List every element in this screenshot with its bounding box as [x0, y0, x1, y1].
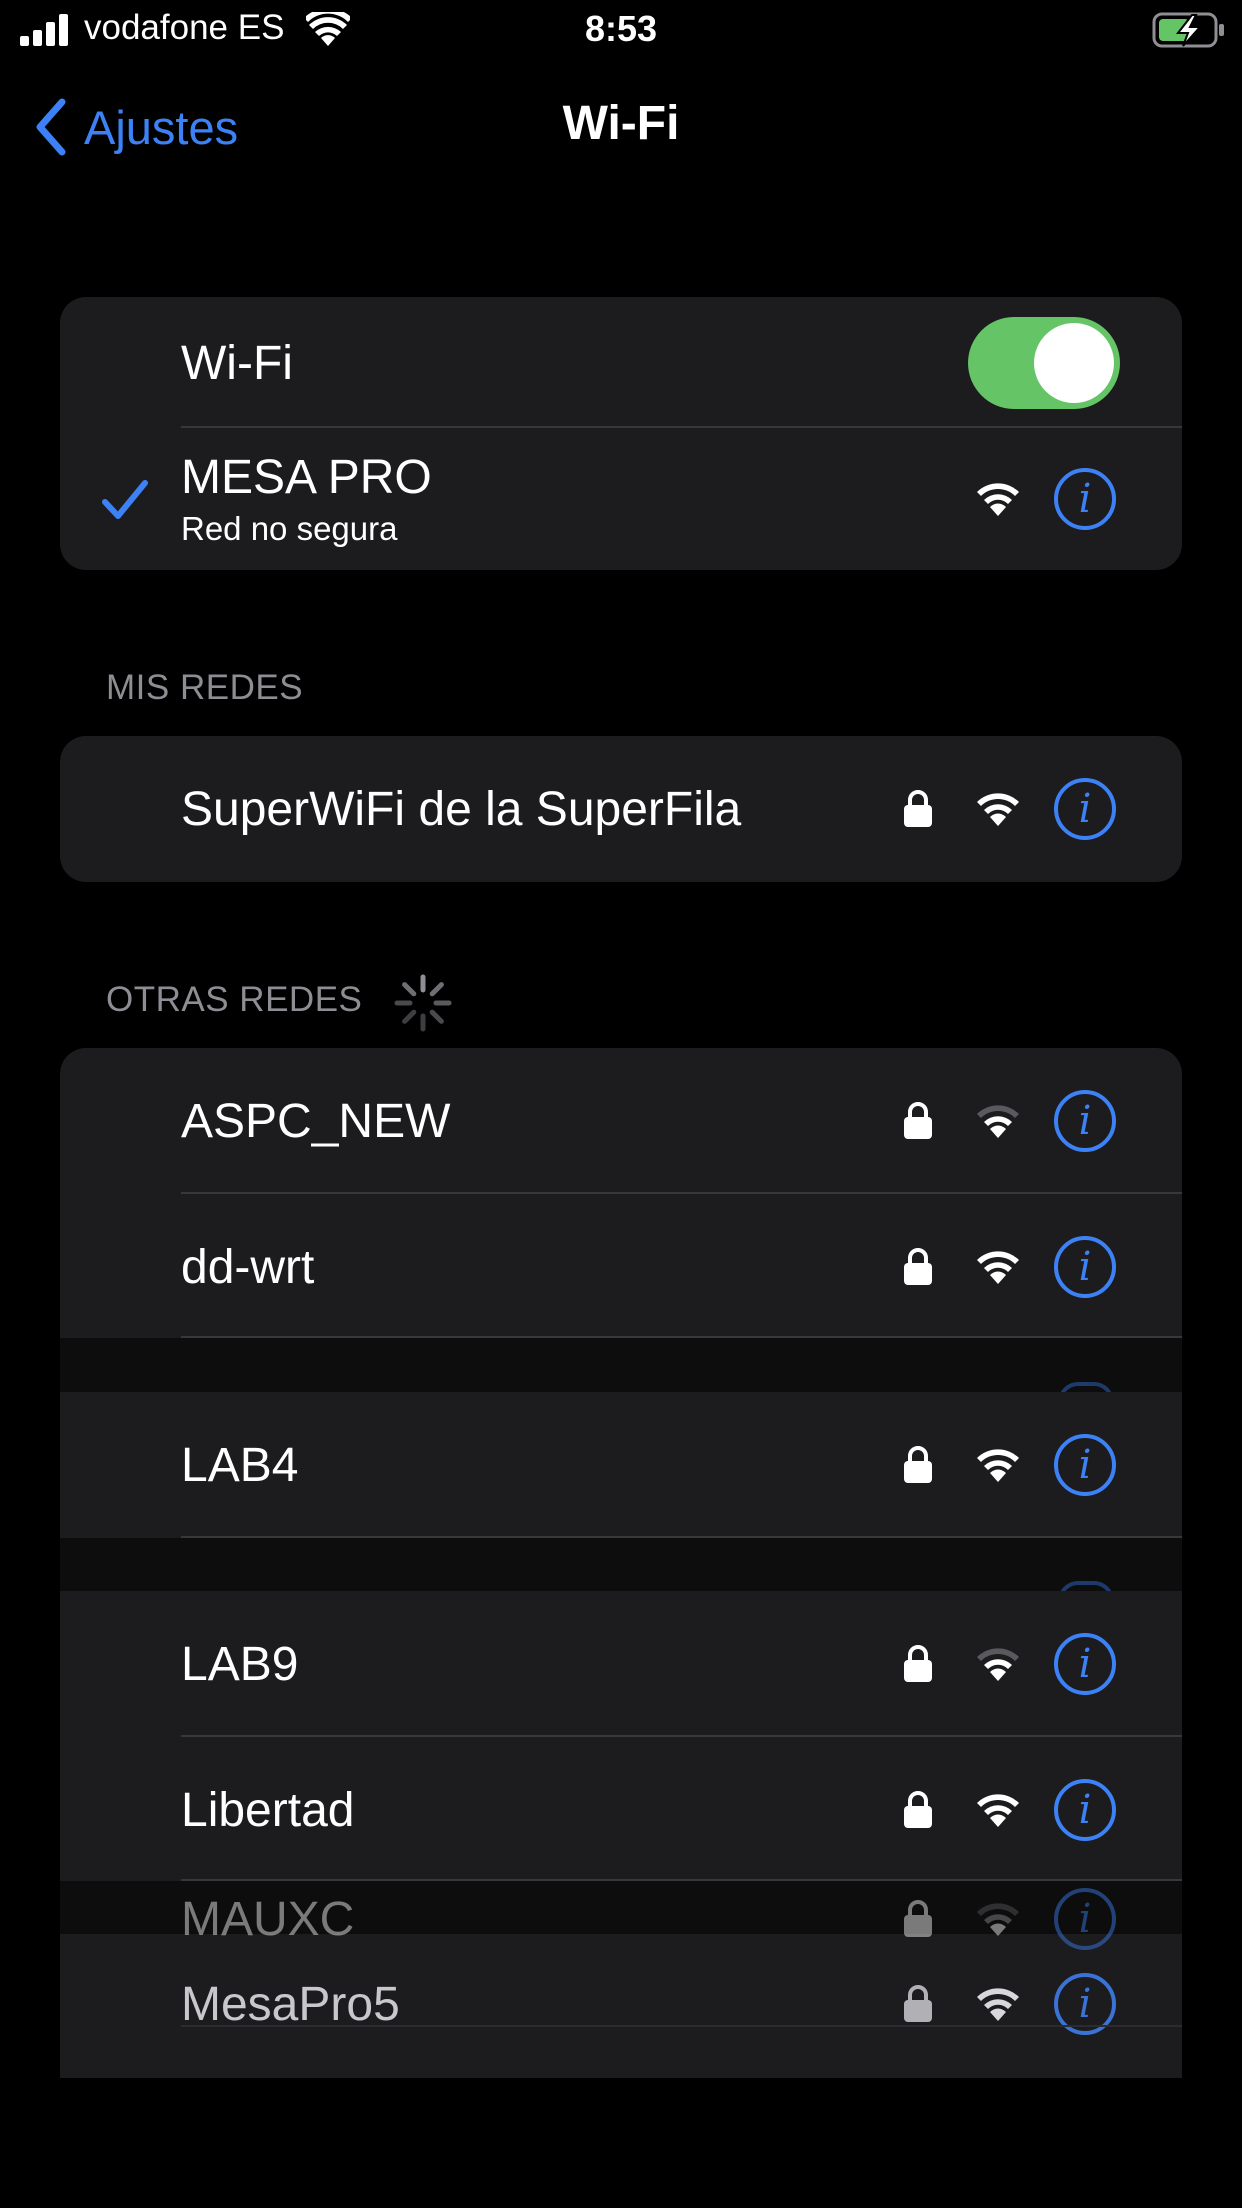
wifi-signal-icon [977, 1251, 1019, 1284]
wifi-signal-icon [977, 483, 1019, 516]
lock-icon [904, 1645, 932, 1682]
network-row[interactable]: Libertad i [60, 1737, 1182, 1881]
network-row[interactable]: LAB9 i [60, 1591, 1182, 1737]
lock-icon [904, 1985, 932, 2022]
network-row[interactable]: LAB4 i [60, 1392, 1182, 1538]
wifi-signal-icon [977, 1903, 1019, 1936]
section-header-label: OTRAS REDES [106, 980, 363, 1019]
wifi-signal-icon [977, 1988, 1019, 2021]
other-networks-group: LAB4 i [60, 1392, 1182, 1538]
status-bar: vodafone ES 8:53 [0, 0, 1242, 62]
lock-icon [904, 790, 932, 827]
info-icon[interactable]: i [1054, 1090, 1116, 1152]
wifi-signal-icon [977, 1794, 1019, 1827]
list-transition-strip [60, 1338, 1182, 1402]
wifi-toggle-row: Wi-Fi [60, 297, 1182, 427]
lock-icon [904, 1900, 932, 1937]
wifi-signal-icon [977, 793, 1019, 826]
other-networks-group: ASPC_NEW i dd-wrt i [60, 1048, 1182, 1338]
connected-network-row[interactable]: MESA PRO Red no segura i [60, 428, 1182, 570]
list-transition-strip [60, 1538, 1182, 1601]
wifi-status-group: Wi-Fi MESA PRO Red no segura i [60, 297, 1182, 570]
network-row[interactable]: ASPC_NEW i [60, 1048, 1182, 1194]
network-name: MesaPro5 [181, 1978, 400, 2031]
connected-network-subtitle: Red no segura [181, 510, 398, 547]
network-name: SuperWiFi de la SuperFila [181, 783, 742, 836]
network-name: LAB9 [181, 1638, 299, 1691]
info-icon[interactable]: i [1054, 1779, 1116, 1841]
section-header-my-networks: MIS REDES [106, 668, 304, 707]
wifi-toggle-switch[interactable] [968, 317, 1120, 409]
status-time: 8:53 [584, 8, 658, 49]
network-row[interactable]: SuperWiFi de la SuperFila i [60, 736, 1182, 882]
network-name: dd-wrt [181, 1241, 315, 1294]
battery-charging-icon [1152, 12, 1224, 48]
network-name: Libertad [181, 1784, 355, 1837]
my-networks-group: SuperWiFi de la SuperFila i [60, 736, 1182, 882]
wifi-signal-icon [977, 1449, 1019, 1482]
checkmark-icon [102, 480, 148, 519]
section-header-other-networks: OTRAS REDES [106, 980, 362, 1020]
lock-icon [904, 1791, 932, 1828]
info-icon[interactable]: i [1054, 1236, 1116, 1298]
network-row[interactable]: dd-wrt i [60, 1194, 1182, 1338]
network-name: LAB4 [181, 1439, 299, 1492]
toggle-knob [1034, 323, 1114, 403]
activity-spinner-icon [394, 974, 452, 1032]
network-name: ASPC_NEW [181, 1095, 451, 1148]
other-networks-group: LAB9 i Libertad i [60, 1591, 1182, 1881]
lock-icon [904, 1248, 932, 1285]
info-icon[interactable]: i [1054, 778, 1116, 840]
lock-icon [904, 1102, 932, 1139]
wifi-signal-icon [977, 1105, 1019, 1138]
wifi-toggle-label: Wi-Fi [181, 337, 293, 390]
page-title: Wi-Fi [562, 97, 680, 150]
info-icon[interactable]: i [1054, 1633, 1116, 1695]
separator [181, 2025, 1182, 2027]
network-row[interactable]: MesaPro5 i [60, 1935, 1182, 2079]
wifi-signal-icon [977, 1648, 1019, 1681]
lock-icon [904, 1446, 932, 1483]
info-icon[interactable]: i [1054, 1434, 1116, 1496]
connected-network-name: MESA PRO [181, 451, 432, 504]
info-icon[interactable]: i [1054, 468, 1116, 530]
